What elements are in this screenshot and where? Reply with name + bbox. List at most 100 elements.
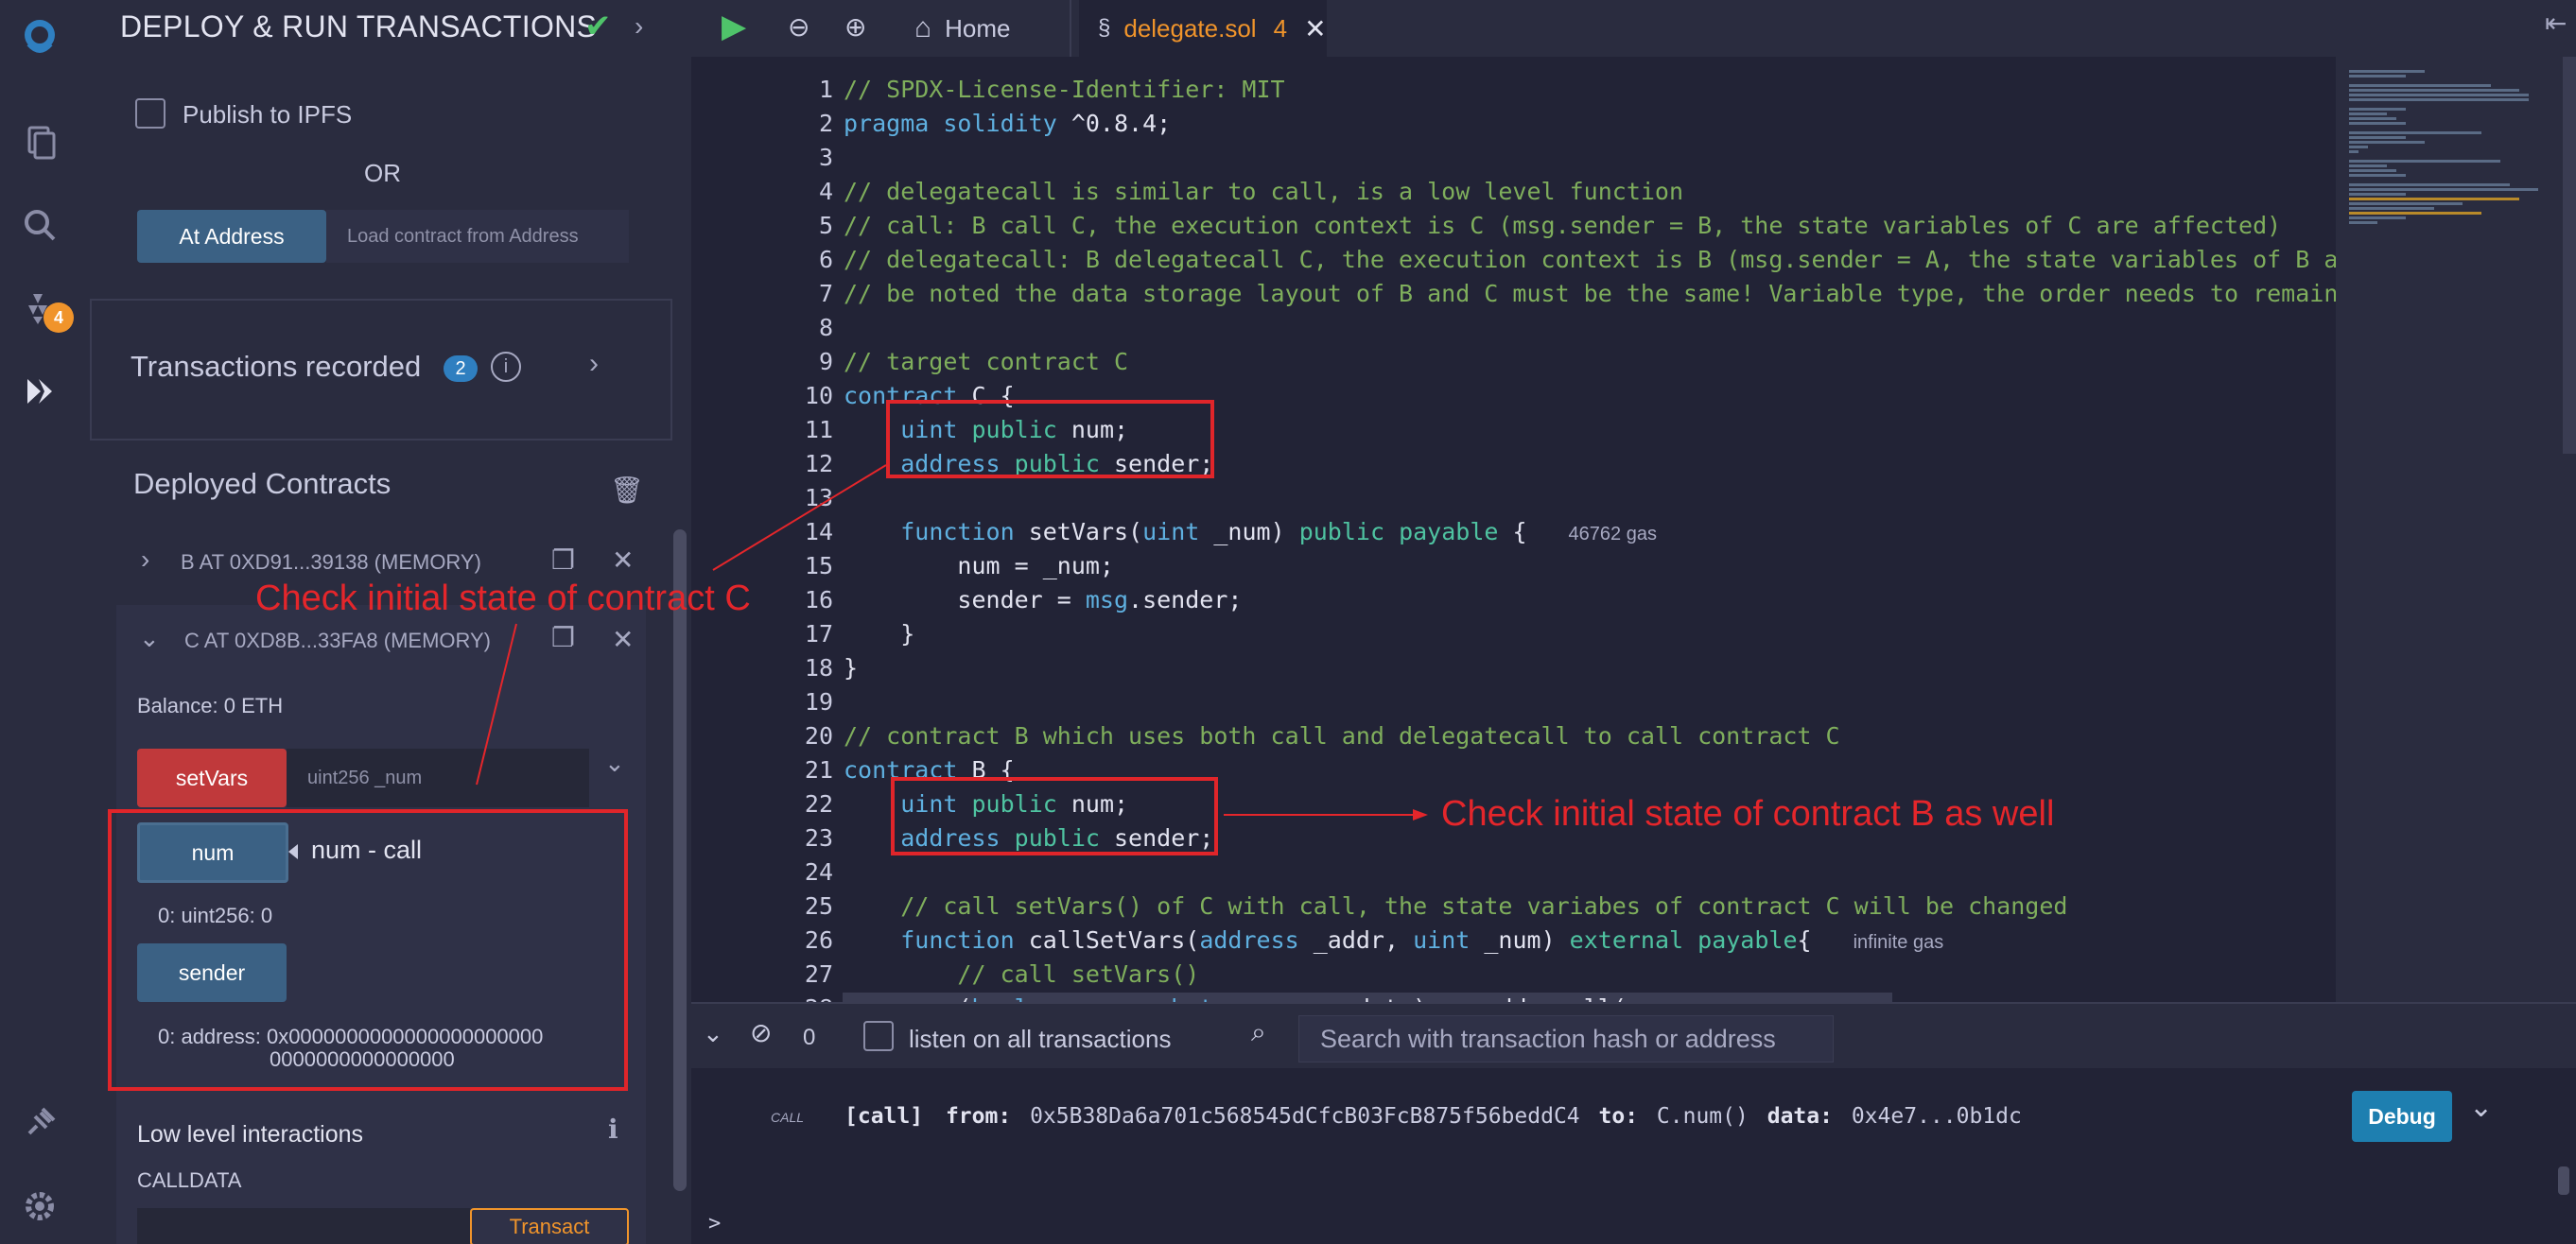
chevron-right-icon[interactable]: › — [589, 348, 599, 380]
home-icon: ⌂ — [914, 12, 932, 43]
compiler-warning-badge: 4 — [44, 302, 74, 333]
listen-all-checkbox[interactable] — [863, 1021, 894, 1051]
close-icon[interactable]: ✕ — [612, 544, 634, 576]
log-to: C.num() — [1656, 1104, 1749, 1129]
line-number: 2 — [818, 110, 833, 137]
tab-delegate-sol[interactable]: § delegate.sol 4 ✕ — [1079, 0, 1327, 57]
minimap-line — [2349, 117, 2396, 120]
remix-logo-icon[interactable] — [13, 9, 66, 62]
info-icon[interactable]: ℹ — [608, 1114, 618, 1145]
search-icon[interactable] — [13, 199, 66, 251]
contract-c-instance[interactable]: C AT 0XD8B...33FA8 (MEMORY) — [184, 629, 491, 653]
calldata-input[interactable] — [137, 1208, 470, 1244]
at-address-input[interactable]: Load contract from Address — [326, 210, 629, 263]
plugin-manager-icon[interactable] — [13, 1097, 66, 1149]
code-line[interactable]: // call setVars() — [844, 960, 1199, 988]
expand-icon[interactable]: ⇤ — [2545, 8, 2567, 39]
close-tab-icon[interactable]: ✕ — [1304, 13, 1326, 44]
minimap-line — [2349, 150, 2358, 153]
code-token: uint — [1413, 926, 1471, 954]
code-token: .sender; — [1128, 586, 1243, 613]
gas-estimate: infinite gas — [1853, 932, 1944, 953]
code-line[interactable]: function setVars(uint _num) public payab… — [844, 518, 1657, 545]
info-icon[interactable]: i — [491, 352, 521, 382]
line-number: 15 — [804, 552, 833, 579]
minimap-line — [2349, 221, 2377, 224]
line-number: 22 — [804, 790, 833, 818]
code-line[interactable]: // call: B call C, the execution context… — [844, 212, 2281, 239]
code-token: // call setVars() of C with call, the st… — [900, 892, 2068, 920]
low-level-label: Low level interactions — [137, 1121, 364, 1148]
copy-icon[interactable]: ❐ — [551, 544, 575, 576]
file-explorer-icon[interactable] — [13, 115, 66, 168]
code-line[interactable]: (bool success, bytes memory data) = _add… — [844, 994, 1626, 1002]
code-line[interactable]: // target contract C — [844, 348, 1128, 375]
debug-button[interactable]: Debug — [2352, 1091, 2452, 1142]
call-tag: CALL — [771, 1110, 805, 1125]
code-line[interactable]: // call setVars() of C with call, the st… — [844, 892, 2067, 920]
close-icon[interactable]: ✕ — [612, 624, 634, 655]
chevron-right-icon[interactable]: › — [635, 11, 643, 42]
code-line[interactable]: } — [844, 654, 858, 682]
zoom-in-icon[interactable]: ⊕ — [844, 11, 866, 43]
code-token: payable — [1697, 926, 1798, 954]
code-line[interactable]: // contract B which uses both call and d… — [844, 722, 1840, 750]
code-token: } — [844, 654, 859, 682]
terminal-prompt[interactable]: > — [708, 1212, 721, 1235]
clear-console-icon[interactable]: ⊘ — [750, 1017, 772, 1048]
minimap-line — [2349, 202, 2463, 205]
minimap-line — [2349, 183, 2510, 186]
panel-scrollbar[interactable] — [673, 529, 687, 1191]
settings-icon[interactable] — [13, 1180, 66, 1233]
trash-icon[interactable]: 🗑 — [610, 475, 644, 506]
editor-scrollbar[interactable] — [2563, 57, 2576, 454]
code-line[interactable]: pragma solidity ^0.8.4; — [844, 110, 1171, 137]
code-editor[interactable]: 1 // SPDX-License-Identifier: MIT 2 pragma … — [691, 57, 2576, 1002]
terminal-search-input[interactable]: Search with transaction hash or address — [1298, 1015, 1834, 1063]
tab-home[interactable]: ⌂ Home — [914, 0, 1075, 57]
log-data-label: data: — [1767, 1104, 1833, 1129]
code-line[interactable]: } — [844, 620, 914, 648]
code-line[interactable]: // delegatecall is similar to call, is a… — [844, 178, 1683, 205]
collapse-terminal-icon[interactable]: ⌄ — [703, 1019, 723, 1048]
code-token: ( — [844, 994, 971, 1002]
log-entry[interactable]: [call] from: 0x5B38Da6a701c568545dCfcB03… — [844, 1104, 2022, 1129]
terminal-scrollbar[interactable] — [2558, 1166, 2569, 1195]
line-number: 13 — [804, 484, 833, 511]
publish-ipfs-checkbox[interactable] — [135, 98, 165, 129]
zoom-out-icon[interactable]: ⊖ — [788, 11, 809, 43]
code-line[interactable]: // SPDX-License-Identifier: MIT — [844, 76, 1285, 103]
code-line[interactable]: sender = msg.sender; — [844, 586, 1242, 613]
highlight-contract-b-state — [891, 777, 1218, 855]
balance-label: Balance: 0 ETH — [137, 694, 284, 717]
chevron-down-icon[interactable]: ⌄ — [139, 624, 160, 653]
listen-all-label: listen on all transactions — [909, 1025, 1172, 1053]
deploy-run-icon[interactable] — [13, 365, 66, 418]
line-number: 12 — [804, 450, 833, 477]
code-line[interactable]: num = _num; — [844, 552, 1114, 579]
code-line[interactable]: // be noted the data storage layout of B… — [844, 280, 2410, 307]
line-number: 14 — [804, 518, 833, 545]
code-line[interactable]: // delegatecall: B delegatecall C, the e… — [844, 246, 2395, 273]
setvars-button[interactable]: setVars — [137, 749, 287, 807]
chevron-down-icon[interactable]: ⌄ — [2469, 1091, 2493, 1124]
copy-icon[interactable]: ❐ — [551, 622, 575, 653]
code-token: // be noted the data storage layout of B… — [844, 280, 2410, 307]
contract-b-instance[interactable]: B AT 0XD91...39138 (MEMORY) — [181, 550, 481, 575]
line-number: 24 — [804, 858, 833, 886]
search-icon: ⌕ — [1251, 1017, 1266, 1046]
code-line[interactable]: function callSetVars(address _addr, uint… — [844, 926, 1943, 954]
code-token: // target contract C — [844, 348, 1129, 375]
solidity-compiler-icon[interactable]: 4 — [13, 282, 74, 335]
minimap-line — [2349, 198, 2519, 200]
chevron-down-icon[interactable]: ⌄ — [604, 749, 625, 778]
editor-minimap[interactable] — [2336, 57, 2576, 1002]
transact-button[interactable]: Transact — [470, 1208, 629, 1244]
at-address-button[interactable]: At Address — [137, 210, 326, 263]
chevron-right-icon[interactable]: › — [141, 544, 149, 575]
setvars-input[interactable]: uint256 _num — [287, 749, 589, 807]
run-script-icon[interactable]: ▶ — [722, 8, 746, 45]
